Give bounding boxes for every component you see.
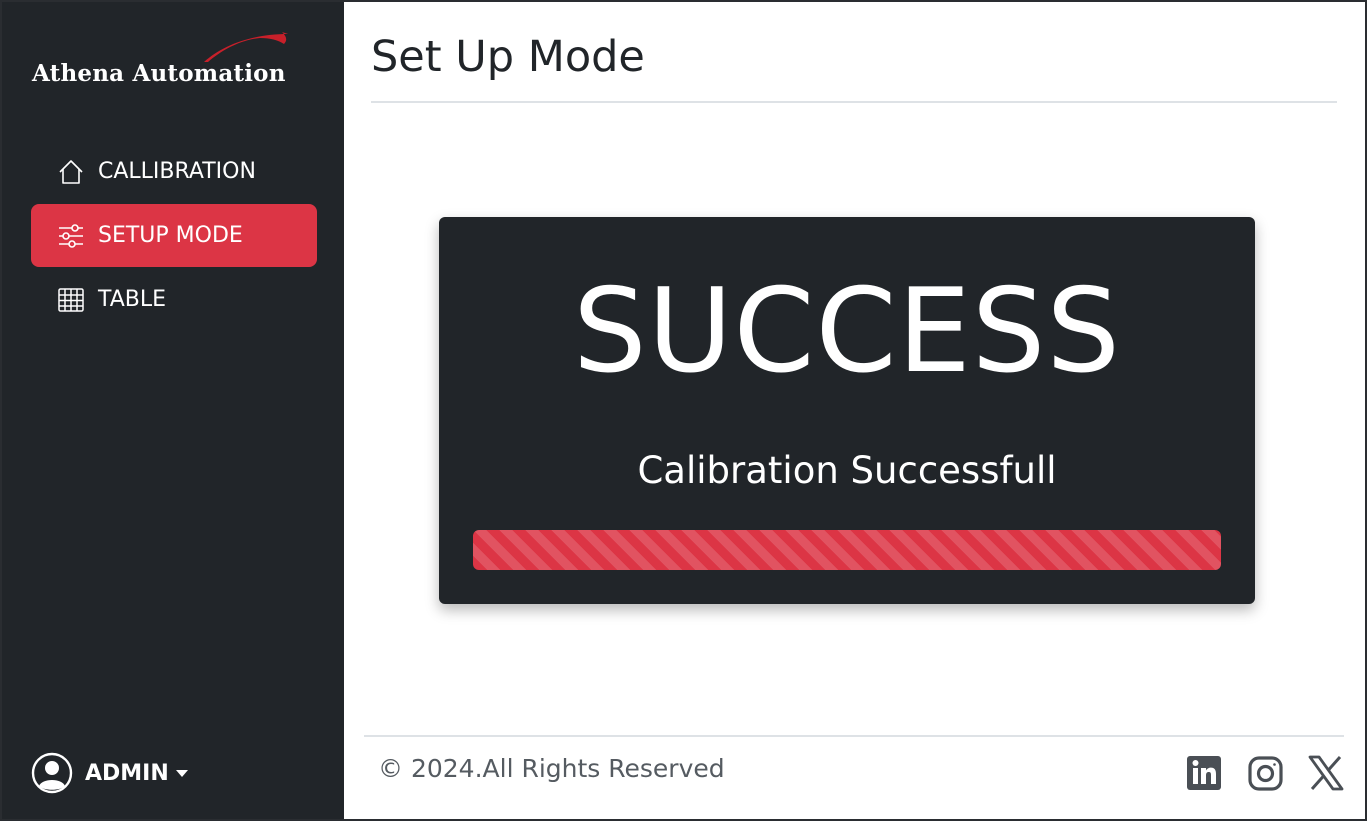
- user-circle-icon: [31, 752, 73, 794]
- user-name: ADMIN: [85, 760, 169, 786]
- status-message: Calibration Successfull: [637, 449, 1057, 492]
- linkedin-icon[interactable]: [1186, 754, 1224, 792]
- sidebar-item-label: SETUP MODE: [98, 223, 243, 248]
- user-menu[interactable]: ADMIN: [31, 752, 188, 794]
- sidebar-item-table[interactable]: TABLE: [31, 268, 317, 331]
- sliders-icon: [57, 222, 85, 250]
- home-icon: [57, 158, 85, 186]
- main-content: Set Up Mode SUCCESS Calibration Successf…: [344, 2, 1365, 817]
- table-icon: [57, 286, 85, 314]
- sidebar-item-label: CALLIBRATION: [98, 159, 256, 184]
- instagram-icon[interactable]: [1247, 754, 1285, 792]
- page-title: Set Up Mode: [371, 32, 645, 82]
- status-card: SUCCESS Calibration Successfull: [439, 217, 1255, 604]
- sidebar: Athena Automation CALLIBRATION SETUP MOD…: [2, 2, 344, 819]
- brand-logo[interactable]: Athena Automation: [32, 30, 322, 94]
- status-heading: SUCCESS: [572, 264, 1122, 399]
- sidebar-item-setup-mode[interactable]: SETUP MODE: [31, 204, 317, 267]
- logo-text: Athena Automation: [32, 60, 286, 87]
- sidebar-nav: CALLIBRATION SETUP MODE TABLE: [31, 140, 317, 332]
- sidebar-item-label: TABLE: [98, 287, 167, 312]
- footer-divider: [364, 735, 1344, 737]
- copyright-text: © 2024.All Rights Reserved: [378, 754, 725, 783]
- chevron-down-icon: [175, 769, 188, 777]
- sidebar-item-callibration[interactable]: CALLIBRATION: [31, 140, 317, 203]
- logo-swoosh-icon: [204, 32, 288, 62]
- x-icon[interactable]: [1307, 754, 1345, 792]
- title-divider: [371, 101, 1337, 103]
- progress-bar: [473, 530, 1221, 570]
- progress-fill: [473, 530, 1221, 570]
